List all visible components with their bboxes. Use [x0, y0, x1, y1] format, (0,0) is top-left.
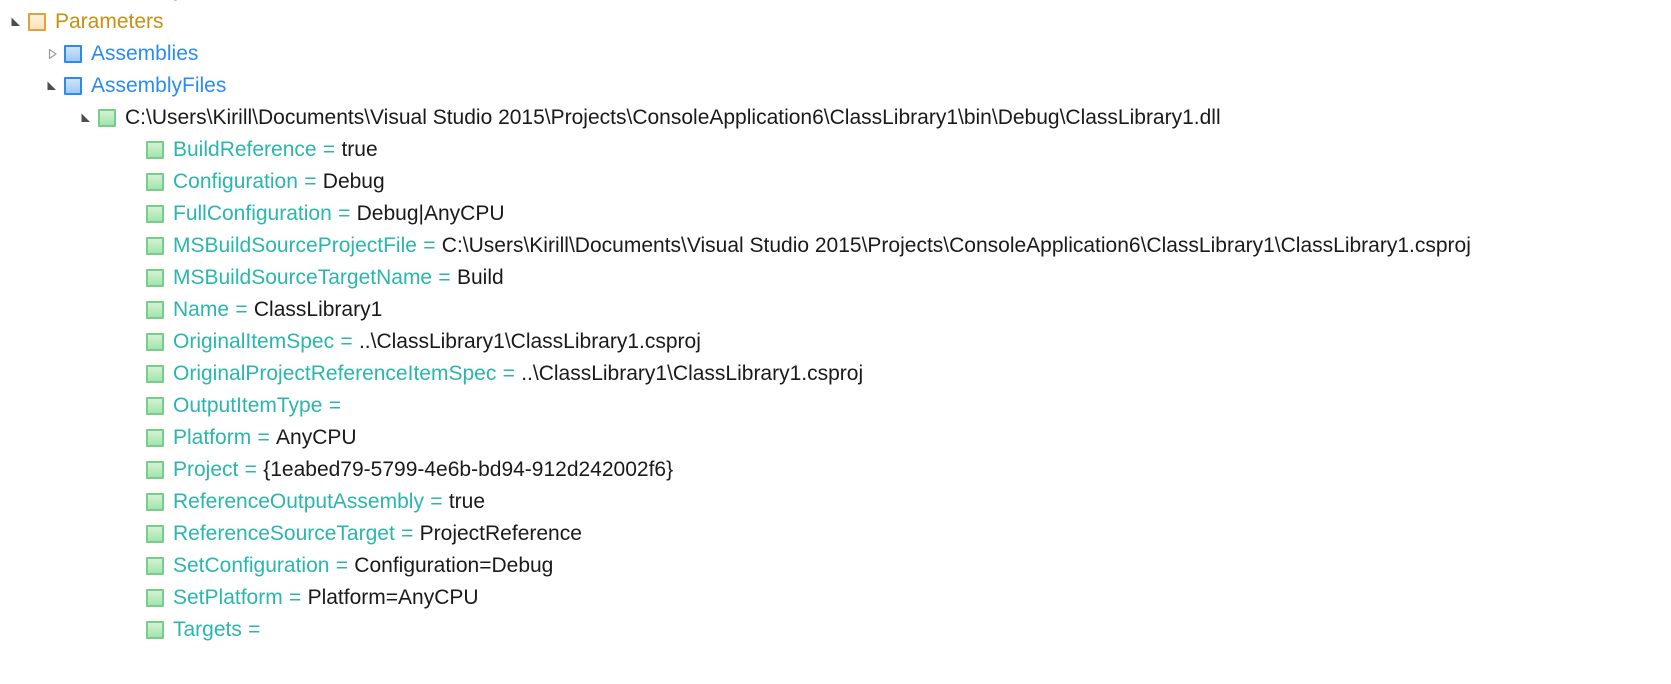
- property-name: OriginalProjectReferenceItemSpec: [173, 362, 497, 385]
- property-row[interactable]: Platform = AnyCPU: [0, 422, 1671, 454]
- property-value: C:\Users\Kirill\Documents\Visual Studio …: [441, 234, 1471, 257]
- tree-node-parameters[interactable]: Parameters: [0, 6, 1671, 38]
- property-row[interactable]: MSBuildSourceTargetName = Build: [0, 262, 1671, 294]
- tree-node-label: Parameters: [55, 10, 164, 33]
- property-name: OutputItemType: [173, 394, 323, 417]
- property-name: Targets: [173, 618, 242, 641]
- property-equals-sign: =: [438, 266, 451, 289]
- property-row[interactable]: OriginalItemSpec = ..\ClassLibrary1\ClassL…: [0, 326, 1671, 358]
- property-name: ReferenceOutputAssembly: [173, 490, 424, 513]
- expander-collapsed-icon[interactable]: [40, 38, 64, 70]
- property-equals-sign: =: [502, 362, 515, 385]
- folder-square-icon: [28, 13, 46, 31]
- property-name: BuildReference: [173, 138, 317, 161]
- property-row[interactable]: MSBuildSourceProjectFile = C:\Users\Kirill…: [0, 230, 1671, 262]
- property-row[interactable]: SetPlatform = Platform=AnyCPU: [0, 582, 1671, 614]
- tree-node-assemblyfiles[interactable]: AssemblyFiles: [0, 70, 1671, 102]
- property-equals-sign: =: [322, 138, 336, 161]
- green-square-icon: [146, 237, 164, 255]
- property-name: Platform: [173, 426, 252, 449]
- property-equals-sign: =: [401, 522, 414, 545]
- tree-node-label: AssemblyFiles: [91, 74, 227, 97]
- property-value: {1eabed79-5799-4e6b-bd94-912d242002f6}: [263, 458, 674, 481]
- property-equals-sign: =: [340, 330, 353, 353]
- expander-expanded-icon[interactable]: [74, 102, 98, 134]
- property-equals-sign: =: [335, 554, 348, 577]
- property-value: true: [341, 138, 378, 161]
- property-equals-sign: =: [338, 202, 351, 225]
- property-equals-sign: =: [328, 394, 341, 417]
- property-name: SetConfiguration: [173, 554, 330, 577]
- property-name: FullConfiguration: [173, 202, 332, 225]
- property-row[interactable]: BuildReference = true: [0, 134, 1671, 166]
- property-name: OriginalItemSpec: [173, 330, 335, 353]
- msbuild-log-tree: Assembly Parameters Assemblies AssemblyFile…: [0, 0, 1671, 684]
- green-square-icon: [146, 269, 164, 287]
- property-equals-sign: =: [304, 170, 317, 193]
- property-value: ProjectReference: [419, 522, 582, 545]
- property-value: Build: [456, 266, 504, 289]
- tree-node-label: Assemblies: [91, 42, 199, 65]
- property-row[interactable]: OriginalProjectReferenceItemSpec = ..\Clas…: [0, 358, 1671, 390]
- property-row[interactable]: Project = {1eabed79-5799-4e6b-bd94-912d242…: [0, 454, 1671, 486]
- property-name: SetPlatform: [173, 586, 283, 609]
- property-row[interactable]: Configuration = Debug: [0, 166, 1671, 198]
- green-square-icon: [146, 141, 164, 159]
- property-name: Name: [173, 298, 230, 321]
- property-value: Platform=AnyCPU: [307, 586, 479, 609]
- green-square-icon: [98, 109, 116, 127]
- property-equals-sign: =: [248, 618, 261, 641]
- property-name: ReferenceSourceTarget: [173, 522, 395, 545]
- property-row[interactable]: ReferenceSourceTarget = ProjectReference: [0, 518, 1671, 550]
- green-square-icon: [146, 365, 164, 383]
- property-row[interactable]: Name = ClassLibrary1: [0, 294, 1671, 326]
- property-equals-sign: =: [423, 234, 436, 257]
- property-value: true: [448, 490, 486, 513]
- green-square-icon: [146, 621, 164, 639]
- green-square-icon: [146, 525, 164, 543]
- tree-node-assemblies[interactable]: Assemblies: [0, 38, 1671, 70]
- property-value: Debug|AnyCPU: [356, 202, 505, 225]
- green-square-icon: [146, 589, 164, 607]
- property-row[interactable]: OutputItemType =: [0, 390, 1671, 422]
- expander-expanded-icon[interactable]: [40, 70, 64, 102]
- property-name: MSBuildSourceProjectFile: [173, 234, 417, 257]
- property-name: MSBuildSourceTargetName: [173, 266, 433, 289]
- property-equals-sign: =: [244, 458, 257, 481]
- green-square-icon: [146, 301, 164, 319]
- green-square-icon: [146, 493, 164, 511]
- property-value: Debug: [322, 170, 385, 193]
- blue-square-icon: [64, 45, 82, 63]
- blue-square-icon: [64, 77, 82, 95]
- property-name: Project: [173, 458, 239, 481]
- green-square-icon: [146, 333, 164, 351]
- property-row[interactable]: SetConfiguration = Configuration=Debug: [0, 550, 1671, 582]
- property-row[interactable]: Targets =: [0, 614, 1671, 646]
- green-square-icon: [146, 173, 164, 191]
- property-row[interactable]: ReferenceOutputAssembly = true: [0, 486, 1671, 518]
- property-name: Configuration: [173, 170, 298, 193]
- property-value: ClassLibrary1: [253, 298, 383, 321]
- green-square-icon: [146, 397, 164, 415]
- tree-node-c-users-kirill-documents-visual-studio-2[interactable]: C:\Users\Kirill\Documents\Visual Studio …: [0, 102, 1671, 134]
- property-equals-sign: =: [289, 586, 302, 609]
- property-value: ..\ClassLibrary1\ClassLibrary1.csproj: [358, 330, 701, 353]
- expander-expanded-icon[interactable]: [4, 6, 28, 38]
- property-equals-sign: =: [235, 298, 248, 321]
- clipped-top-row-label: Assembly: [93, 0, 184, 6]
- property-equals-sign: =: [430, 490, 443, 513]
- clipped-top-row: Assembly: [0, 0, 1671, 6]
- green-square-icon: [146, 429, 164, 447]
- green-square-icon: [146, 461, 164, 479]
- green-square-icon: [146, 557, 164, 575]
- property-row[interactable]: FullConfiguration = Debug|AnyCPU: [0, 198, 1671, 230]
- property-value: Configuration=Debug: [354, 554, 554, 577]
- green-square-icon: [146, 205, 164, 223]
- property-value: ..\ClassLibrary1\ClassLibrary1.csproj: [521, 362, 864, 385]
- property-value: AnyCPU: [276, 426, 357, 449]
- property-equals-sign: =: [257, 426, 270, 449]
- tree-node-label: C:\Users\Kirill\Documents\Visual Studio …: [125, 106, 1221, 129]
